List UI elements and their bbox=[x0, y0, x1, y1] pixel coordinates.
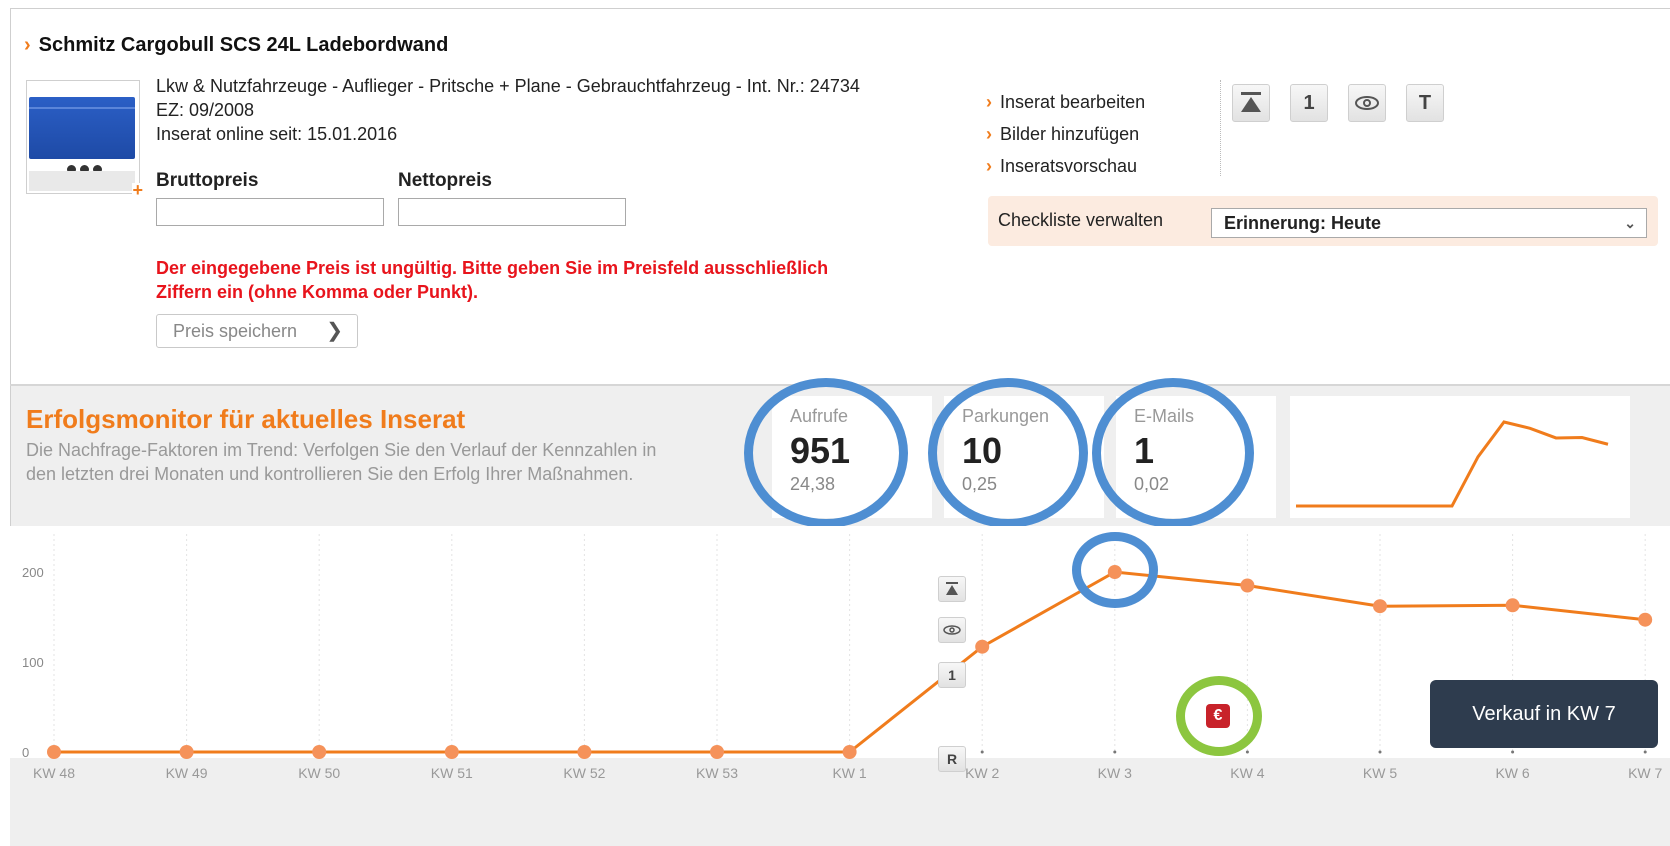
sparkline-chart bbox=[1296, 420, 1609, 508]
zero-dot bbox=[1113, 750, 1117, 754]
save-price-label: Preis speichern bbox=[173, 321, 298, 341]
x-tick-label: KW 49 bbox=[166, 765, 208, 781]
highlight-button[interactable] bbox=[1348, 84, 1386, 122]
add-image-icon[interactable]: + bbox=[132, 181, 143, 199]
listing-online-since: Inserat online seit: 15.01.2016 bbox=[156, 124, 398, 144]
data-point bbox=[842, 745, 857, 759]
sale-euro-icon[interactable]: € bbox=[1206, 704, 1230, 728]
listing-title-text[interactable]: Schmitz Cargobull SCS 24L Ladebordwand bbox=[39, 34, 449, 56]
sparkline-series bbox=[1296, 420, 1609, 508]
gross-price-label: Bruttopreis bbox=[156, 170, 259, 191]
net-price-input[interactable] bbox=[398, 198, 626, 226]
x-tick-label: KW 4 bbox=[1230, 765, 1264, 781]
monitor-title: Erfolgsmonitor für aktuelles Inserat bbox=[26, 404, 466, 434]
sale-tooltip: Verkauf in KW 7 bbox=[1430, 680, 1658, 748]
eye-icon bbox=[943, 625, 961, 635]
monitor-subtitle: Die Nachfrage-Faktoren im Trend: Verfolg… bbox=[26, 440, 657, 484]
listing-details: Lkw & Nutzfahrzeuge - Auflieger - Pritsc… bbox=[156, 76, 860, 96]
x-tick-label: KW 2 bbox=[965, 765, 999, 781]
x-tick-label: KW 51 bbox=[431, 765, 473, 781]
add-images-link[interactable]: › Bilder hinzufügen bbox=[986, 118, 1145, 150]
highlight-ring bbox=[1092, 378, 1254, 528]
y-tick-label: 100 bbox=[22, 655, 44, 670]
x-tick-label: KW 53 bbox=[696, 765, 738, 781]
y-tick-label: 200 bbox=[22, 565, 44, 580]
data-point bbox=[179, 745, 194, 759]
listing-preview-link[interactable]: › Inseratsvorschau bbox=[986, 150, 1145, 182]
eye-icon bbox=[1355, 96, 1379, 110]
reminder-select[interactable]: Erinnerung: Heute ⌄ bbox=[1211, 208, 1647, 238]
x-tick-label: KW 5 bbox=[1363, 765, 1397, 781]
data-point bbox=[312, 745, 327, 759]
highlight-ring bbox=[928, 378, 1088, 528]
truck-image bbox=[29, 97, 135, 159]
push-up-button[interactable] bbox=[1232, 84, 1270, 122]
net-price-label: Nettopreis bbox=[398, 170, 492, 191]
push-up-icon bbox=[946, 582, 958, 595]
x-tick-label: KW 1 bbox=[832, 765, 866, 781]
tip-button[interactable]: T bbox=[1406, 84, 1444, 122]
highlight-ring bbox=[744, 378, 908, 528]
push-up-icon bbox=[1241, 92, 1261, 112]
top-position-button[interactable]: 1 bbox=[1290, 84, 1328, 122]
zero-dot bbox=[1511, 750, 1515, 754]
marker-renewal[interactable]: R bbox=[938, 746, 966, 772]
sparkline-panel bbox=[1290, 396, 1630, 518]
zero-dot bbox=[1245, 750, 1249, 754]
data-point bbox=[577, 745, 592, 759]
x-tick-label: KW 48 bbox=[33, 765, 75, 781]
chevron-down-icon: ⌄ bbox=[1624, 215, 1636, 231]
checklist-link[interactable]: Checkliste verwalten bbox=[998, 210, 1163, 231]
listing-ez: EZ: 09/2008 bbox=[156, 100, 255, 120]
data-point bbox=[710, 745, 724, 759]
data-point bbox=[975, 639, 990, 654]
data-point bbox=[1505, 598, 1520, 613]
edit-listing-link[interactable]: › Inserat bearbeiten bbox=[986, 86, 1145, 118]
data-point bbox=[1373, 599, 1387, 614]
highlight-ring bbox=[1072, 532, 1158, 608]
chevron-right-icon: ❯ bbox=[326, 320, 343, 342]
data-point bbox=[1638, 612, 1653, 627]
listing-actions: › Inserat bearbeiten › Bilder hinzufügen ›… bbox=[986, 86, 1145, 182]
zero-dot bbox=[980, 750, 984, 754]
divider bbox=[1220, 80, 1221, 176]
checklist-bar: Checkliste verwalten Erinnerung: Heute ⌄ bbox=[988, 196, 1658, 246]
x-tick-label: KW 7 bbox=[1628, 765, 1662, 781]
save-price-button[interactable]: Preis speichern ❯ bbox=[156, 314, 358, 348]
price-error-message: Der eingegebene Preis ist ungültig. Bitt… bbox=[156, 258, 829, 302]
listing-title[interactable]: › Schmitz Cargobull SCS 24L Ladebordwand bbox=[24, 34, 448, 57]
gross-price-input[interactable] bbox=[156, 198, 384, 226]
trend-chart-area: 200 100 0 KW 48 KW 49 KW 50 KW 51 KW 52 KW 53 KW … bbox=[10, 526, 1670, 788]
truck-wheels bbox=[67, 161, 127, 174]
x-tick-label: KW 52 bbox=[563, 765, 605, 781]
x-tick-label: KW 6 bbox=[1495, 765, 1529, 781]
data-point bbox=[1240, 578, 1255, 593]
chevron-right-icon: › bbox=[24, 34, 31, 56]
zero-dot bbox=[1378, 750, 1382, 754]
y-tick-label: 0 bbox=[22, 745, 29, 760]
data-point bbox=[444, 745, 459, 759]
listing-thumbnail[interactable]: + bbox=[26, 80, 143, 199]
x-tick-label: KW 3 bbox=[1098, 765, 1132, 781]
trend-chart: 2001000KW 48 KW 49 KW 50 KW 51 KW 52 KW 53 KW … bbox=[10, 534, 1670, 788]
data-point bbox=[47, 745, 61, 759]
marker-top-position[interactable]: 1 bbox=[938, 662, 966, 688]
zero-dot bbox=[1643, 750, 1647, 754]
x-tick-label: KW 50 bbox=[298, 765, 340, 781]
marker-highlight[interactable] bbox=[938, 617, 966, 643]
marker-push-up[interactable] bbox=[938, 576, 966, 602]
